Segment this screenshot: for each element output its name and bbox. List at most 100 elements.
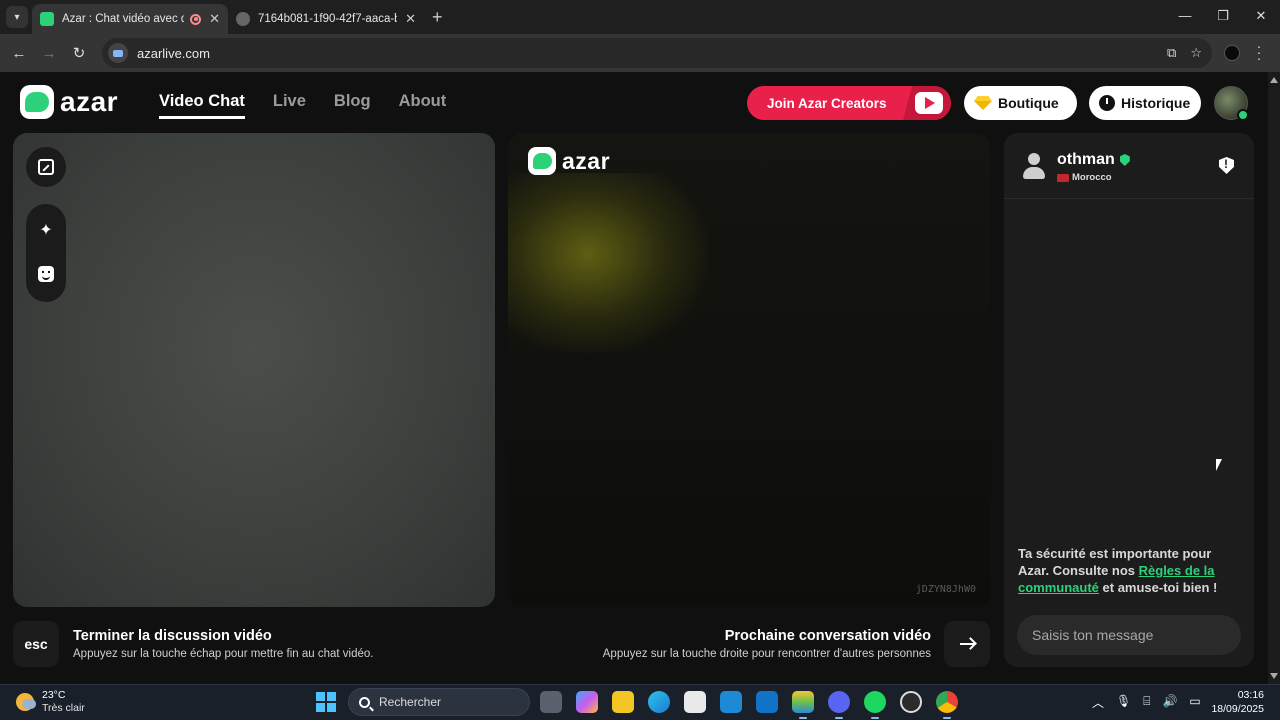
weather-widget[interactable]: 23°C Très clair	[16, 689, 85, 715]
next-chat-hint: Appuyez sur la touche droite pour rencon…	[602, 648, 931, 660]
taskbar-search[interactable]: Rechercher	[348, 688, 530, 716]
user-avatar[interactable]	[1214, 86, 1249, 121]
network-icon[interactable]: ⌸	[1143, 694, 1150, 711]
maximize-window-icon[interactable]: ❐	[1204, 0, 1242, 34]
chevron-up-icon[interactable]: ︿	[1092, 694, 1104, 711]
azar-logo[interactable]: azar	[20, 85, 118, 119]
minimize-icon	[38, 159, 54, 175]
nav-blog[interactable]: Blog	[334, 92, 371, 119]
scroll-up-icon[interactable]	[1270, 77, 1278, 83]
end-chat-esc-button[interactable]: esc	[13, 621, 59, 667]
historique-label: Historique	[1121, 95, 1191, 111]
back-arrow-icon[interactable]: ←	[4, 45, 34, 62]
new-tab-plus-icon[interactable]: +	[432, 7, 443, 28]
browser-toolbar: ← → ↻ azarlive.com ⧉ ☆	[0, 34, 1280, 72]
browser-menu-kebab-icon[interactable]: · · ·	[1256, 39, 1262, 65]
site-header: azar Video Chat Live Blog About Join Aza…	[0, 72, 1268, 132]
local-video: ✦	[13, 133, 495, 607]
task-view-icon[interactable]	[540, 691, 562, 713]
globe-icon	[236, 12, 250, 26]
close-tab-icon[interactable]: ✕	[209, 11, 220, 27]
windows-start-icon[interactable]	[316, 692, 336, 712]
diamond-icon	[974, 96, 992, 110]
sparkle-effects-icon[interactable]: ✦	[36, 220, 56, 240]
face-mask-icon[interactable]	[36, 264, 56, 284]
effects-toolbar: ✦	[26, 204, 66, 302]
outlook-icon[interactable]	[756, 691, 778, 713]
store-icon[interactable]	[684, 691, 706, 713]
search-icon	[359, 696, 370, 708]
video-logo-text: azar	[562, 147, 611, 174]
file-explorer-icon[interactable]	[612, 691, 634, 713]
arrow-right-icon	[960, 643, 974, 645]
scroll-down-icon[interactable]	[1270, 673, 1278, 679]
verified-shield-icon	[1119, 154, 1130, 166]
battery-icon[interactable]: ▭	[1189, 694, 1200, 711]
forward-arrow-icon[interactable]: →	[34, 45, 64, 62]
spotify-icon[interactable]	[864, 691, 886, 719]
microphone-icon[interactable]: 🎙	[1116, 694, 1131, 711]
vscode-icon[interactable]	[720, 691, 742, 713]
historique-button[interactable]: Historique	[1089, 86, 1201, 120]
install-app-icon[interactable]: ⧉	[1167, 45, 1176, 61]
chat-panel: othman Morocco Ta sécurité est important…	[1004, 133, 1254, 667]
discord-icon[interactable]	[828, 691, 850, 719]
bookmark-star-icon[interactable]: ☆	[1190, 45, 1202, 61]
partner-name: othman	[1057, 151, 1130, 169]
reload-icon[interactable]: ↻	[64, 44, 94, 62]
message-input[interactable]	[1017, 615, 1241, 655]
bluestacks-icon[interactable]	[792, 691, 814, 719]
tab-title: 7164b081-1f90-42f7-aaca-ba18	[258, 13, 397, 25]
end-chat-title: Terminer la discussion vidéo	[73, 628, 272, 644]
report-shield-icon[interactable]	[1219, 157, 1234, 174]
partner-username: othman	[1057, 151, 1115, 168]
minimize-window-icon[interactable]: —	[1166, 0, 1204, 34]
chrome-icon[interactable]	[936, 691, 958, 719]
recording-icon	[190, 13, 202, 25]
creators-label: Join Azar Creators	[767, 95, 887, 111]
partner-avatar-icon	[1020, 151, 1048, 181]
azar-page: azar Video Chat Live Blog About Join Aza…	[0, 72, 1268, 684]
clock-date: 18/09/2025	[1211, 703, 1264, 715]
page-scrollbar[interactable]	[1268, 72, 1280, 684]
volume-icon[interactable]: 🔊	[1162, 694, 1177, 711]
windows-taskbar: 23°C Très clair Rechercher ︿ 🎙 ⌸ 🔊 ▭ 03:…	[0, 684, 1280, 720]
video-azar-logo: azar	[528, 147, 610, 175]
chat-header: othman Morocco	[1004, 133, 1254, 199]
nav-video-chat[interactable]: Video Chat	[159, 92, 245, 119]
nav-live[interactable]: Live	[273, 92, 306, 119]
browser-profile-avatar[interactable]	[1224, 45, 1240, 61]
system-clock[interactable]: 03:16 18/09/2025	[1211, 688, 1264, 716]
close-tab-icon[interactable]: ✕	[405, 11, 416, 27]
browser-tab-bar: ▾ Azar : Chat vidéo avec de n ✕ 7164b081…	[0, 0, 1280, 34]
next-chat-button[interactable]	[944, 621, 990, 667]
morocco-flag-icon	[1057, 173, 1069, 182]
video-light-blob	[508, 173, 708, 353]
address-bar[interactable]: azarlive.com ⧉ ☆	[102, 38, 1212, 68]
mouse-cursor-icon	[1216, 459, 1222, 471]
clock-icon	[1099, 95, 1115, 111]
minimize-video-button[interactable]	[26, 147, 66, 187]
tab-azar[interactable]: Azar : Chat vidéo avec de n ✕	[32, 4, 228, 34]
clock-time: 03:16	[1237, 689, 1264, 701]
tab-search-chevron-icon[interactable]: ▾	[6, 6, 28, 28]
remote-video: azar jDZYN8JhW0	[508, 133, 990, 607]
site-camera-icon[interactable]	[108, 43, 128, 63]
online-status-icon	[1237, 109, 1249, 121]
azar-logo-icon	[528, 147, 556, 175]
tab-second[interactable]: 7164b081-1f90-42f7-aaca-ba18 ✕	[228, 4, 424, 34]
close-window-icon[interactable]: ✕	[1242, 0, 1280, 34]
play-icon	[915, 92, 943, 114]
temperature: 23°C	[42, 689, 66, 701]
boutique-button[interactable]: Boutique	[964, 86, 1077, 120]
join-creators-button[interactable]: Join Azar Creators	[747, 86, 951, 120]
nav-about[interactable]: About	[399, 92, 447, 119]
url-text: azarlive.com	[137, 45, 210, 61]
boutique-label: Boutique	[998, 95, 1059, 111]
safety-text-end: et amuse-toi bien !	[1098, 580, 1218, 595]
copilot-icon[interactable]	[576, 691, 598, 713]
obs-icon[interactable]	[900, 691, 922, 713]
edge-icon[interactable]	[648, 691, 670, 713]
taskbar-apps	[540, 691, 958, 719]
azar-favicon-icon	[40, 12, 54, 26]
